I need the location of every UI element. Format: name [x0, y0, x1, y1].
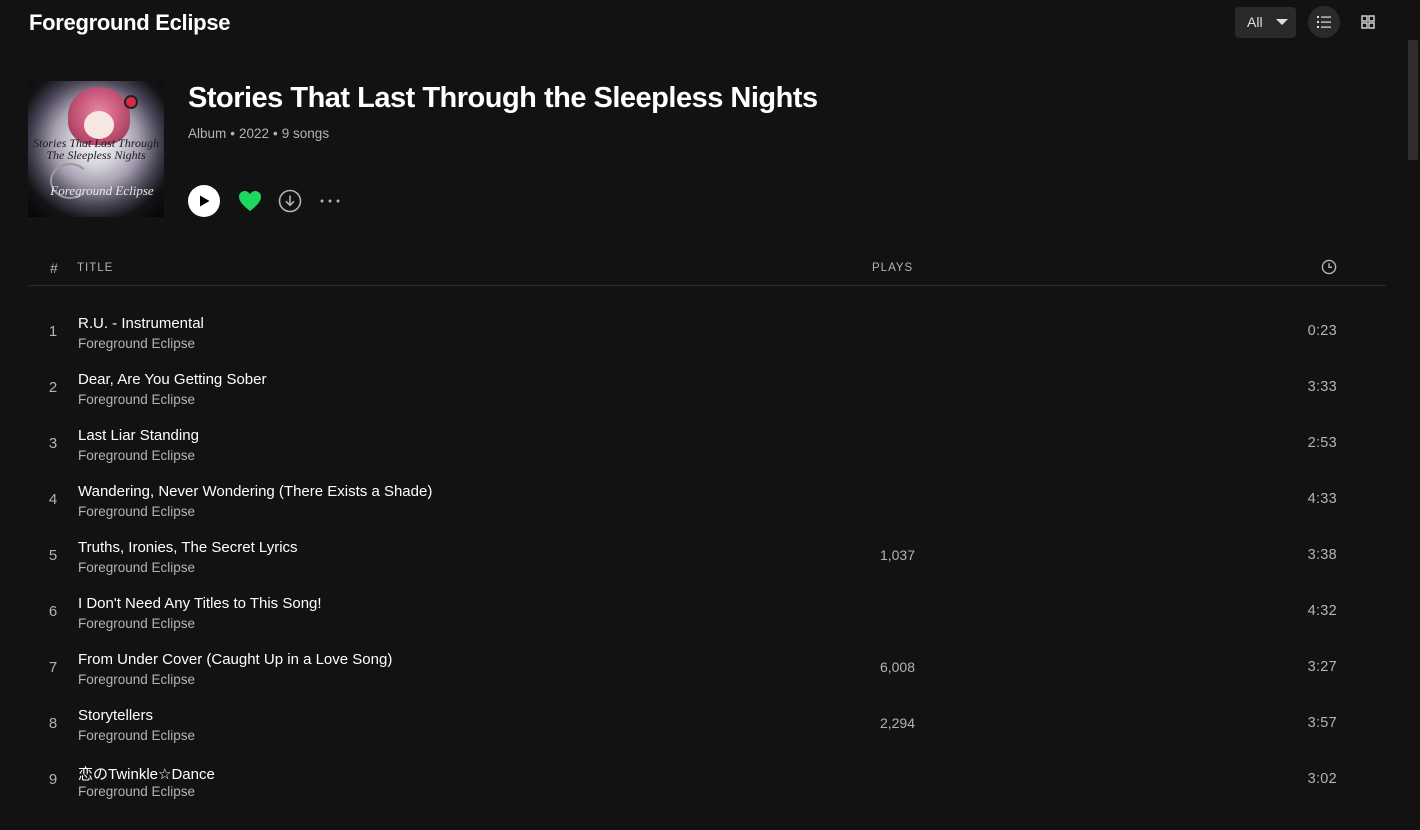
scrollbar[interactable] — [1406, 40, 1420, 830]
album-song-count: 9 songs — [281, 126, 330, 141]
play-button[interactable] — [188, 185, 220, 217]
action-row — [188, 185, 342, 217]
track-row[interactable]: 1 R.U. - Instrumental Foreground Eclipse… — [29, 303, 1386, 359]
column-number: # — [50, 260, 58, 276]
column-plays: PLAYS — [872, 262, 914, 274]
heart-filled-icon — [239, 191, 261, 211]
album-year: 2022 — [239, 126, 270, 141]
track-title: 恋のTwinkle☆Dance — [78, 766, 215, 783]
cover-artist-text: Foreground Eclipse — [50, 183, 154, 198]
track-artist-link[interactable]: Foreground Eclipse — [78, 784, 195, 799]
track-artist-link[interactable]: Foreground Eclipse — [78, 336, 195, 351]
album-title: Stories That Last Through the Sleepless … — [188, 82, 818, 114]
column-title: TITLE — [77, 262, 114, 274]
track-row[interactable]: 8 Storytellers Foreground Eclipse 2,294 … — [29, 695, 1386, 751]
cover-eye-ornament — [124, 95, 138, 109]
grid-view-button[interactable] — [1352, 6, 1384, 38]
track-table-header: # TITLE PLAYS — [29, 256, 1386, 286]
track-title: Truths, Ironies, The Secret Lyrics — [78, 539, 298, 556]
track-duration: 0:23 — [1307, 323, 1337, 339]
track-list: 1 R.U. - Instrumental Foreground Eclipse… — [29, 303, 1386, 807]
track-duration: 3:38 — [1307, 547, 1337, 563]
caret-down-icon — [1276, 19, 1288, 25]
track-artist-link[interactable]: Foreground Eclipse — [78, 448, 195, 463]
track-duration: 3:57 — [1307, 715, 1337, 731]
track-title: From Under Cover (Caught Up in a Love So… — [78, 651, 393, 668]
more-options-button[interactable] — [318, 187, 342, 215]
top-controls: All — [1235, 6, 1384, 38]
track-number: 9 — [48, 771, 58, 788]
meta-separator: • — [273, 126, 278, 141]
list-view-icon — [1317, 16, 1331, 28]
filter-label: All — [1247, 14, 1263, 30]
track-number: 6 — [48, 603, 58, 620]
album-cover: Stories That Last Through The Sleepless … — [28, 81, 164, 217]
album-meta: Album • 2022 • 9 songs — [188, 126, 329, 141]
track-title: I Don't Need Any Titles to This Song! — [78, 595, 322, 612]
track-number: 8 — [48, 715, 58, 732]
album-page: Foreground Eclipse All Stories That Last… — [0, 0, 1420, 830]
download-button[interactable] — [276, 187, 304, 215]
track-duration: 3:27 — [1307, 659, 1337, 675]
cover-title-line2: The Sleepless Nights — [46, 148, 146, 162]
track-duration: 4:33 — [1307, 491, 1337, 507]
track-row[interactable]: 6 I Don't Need Any Titles to This Song! … — [29, 583, 1386, 639]
track-plays: 1,037 — [879, 547, 915, 563]
track-title: Storytellers — [78, 707, 154, 724]
list-view-button[interactable] — [1308, 6, 1340, 38]
like-button[interactable] — [236, 187, 264, 215]
clock-icon — [1321, 259, 1337, 275]
track-duration: 4:32 — [1307, 603, 1337, 619]
track-title: R.U. - Instrumental — [78, 315, 204, 332]
download-icon — [278, 189, 302, 213]
track-duration: 2:53 — [1307, 435, 1337, 451]
album-type: Album — [188, 126, 227, 141]
track-number: 3 — [48, 435, 58, 452]
track-row[interactable]: 2 Dear, Are You Getting Sober Foreground… — [29, 359, 1386, 415]
track-artist-link[interactable]: Foreground Eclipse — [78, 728, 195, 743]
track-artist-link[interactable]: Foreground Eclipse — [78, 672, 195, 687]
track-artist-link[interactable]: Foreground Eclipse — [78, 392, 195, 407]
track-plays: 2,294 — [879, 715, 915, 731]
track-number: 7 — [48, 659, 58, 676]
track-title: Last Liar Standing — [78, 427, 199, 444]
track-row[interactable]: 3 Last Liar Standing Foreground Eclipse … — [29, 415, 1386, 471]
track-plays: 6,008 — [879, 659, 915, 675]
scroll-thumb[interactable] — [1408, 40, 1418, 160]
track-number: 4 — [48, 491, 58, 508]
track-number: 5 — [48, 547, 58, 564]
more-horizontal-icon — [320, 199, 340, 203]
track-artist-link[interactable]: Foreground Eclipse — [78, 616, 195, 631]
artist-title[interactable]: Foreground Eclipse — [29, 10, 230, 36]
meta-separator: • — [230, 126, 235, 141]
filter-dropdown[interactable]: All — [1235, 6, 1296, 38]
track-row[interactable]: 5 Truths, Ironies, The Secret Lyrics For… — [29, 527, 1386, 583]
track-duration: 3:33 — [1307, 379, 1337, 395]
track-row[interactable]: 9 恋のTwinkle☆Dance Foreground Eclipse 3:0… — [29, 751, 1386, 807]
track-title: Dear, Are You Getting Sober — [78, 371, 267, 388]
track-title: Wandering, Never Wondering (There Exists… — [78, 483, 433, 500]
track-artist-link[interactable]: Foreground Eclipse — [78, 560, 195, 575]
column-duration — [1321, 259, 1337, 278]
track-number: 2 — [48, 379, 58, 396]
track-row[interactable]: 4 Wandering, Never Wondering (There Exis… — [29, 471, 1386, 527]
track-row[interactable]: 7 From Under Cover (Caught Up in a Love … — [29, 639, 1386, 695]
cover-character-face — [84, 111, 114, 139]
grid-view-icon — [1361, 15, 1375, 29]
track-duration: 3:02 — [1307, 771, 1337, 787]
track-number: 1 — [48, 323, 58, 340]
track-artist-link[interactable]: Foreground Eclipse — [78, 504, 195, 519]
play-icon — [200, 195, 210, 207]
